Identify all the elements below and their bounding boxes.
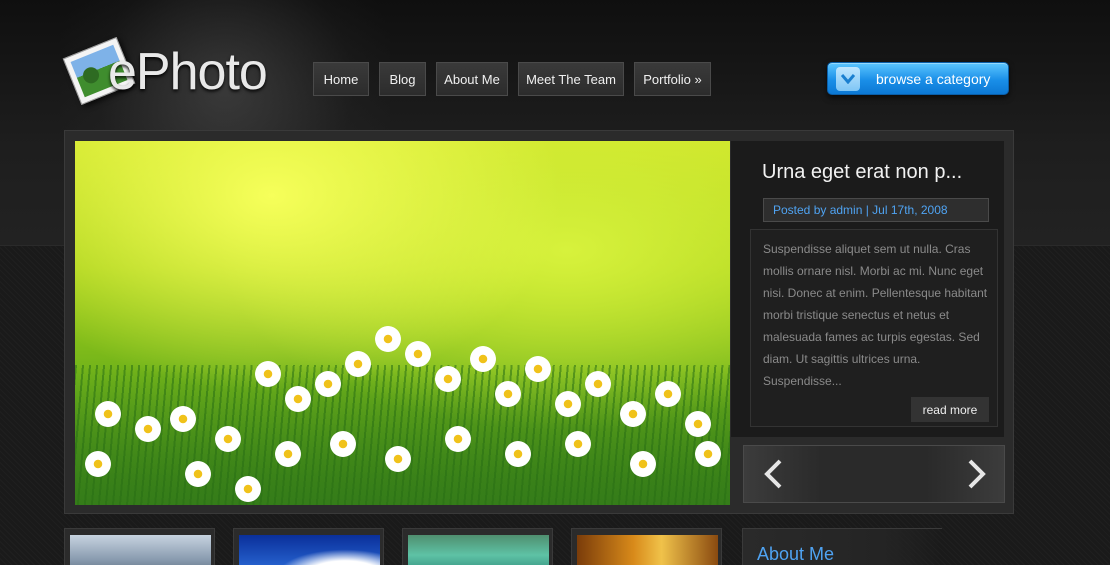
featured-image[interactable] bbox=[75, 141, 730, 505]
post-excerpt: Suspendisse aliquet sem ut nulla. Cras m… bbox=[763, 242, 988, 388]
thumbnail-lake[interactable] bbox=[402, 528, 553, 565]
nav-about-me[interactable]: About Me bbox=[436, 62, 508, 96]
featured-post-title[interactable]: Urna eget erat non p... bbox=[762, 161, 1002, 184]
nav-blog[interactable]: Blog bbox=[379, 62, 426, 96]
nav-portfolio[interactable]: Portfolio » bbox=[634, 62, 711, 96]
nav-home[interactable]: Home bbox=[313, 62, 369, 96]
thumbnail-sky[interactable] bbox=[233, 528, 384, 565]
featured-post-panel: Urna eget erat non p... Posted by admin … bbox=[731, 141, 1004, 437]
featured-slider: Urna eget erat non p... Posted by admin … bbox=[64, 130, 1014, 514]
previous-arrow-icon[interactable] bbox=[756, 456, 792, 492]
read-more-button[interactable]: read more bbox=[911, 397, 989, 422]
thumbnail-autumn[interactable] bbox=[571, 528, 722, 565]
next-arrow-icon[interactable] bbox=[958, 456, 994, 492]
chevron-down-icon bbox=[836, 66, 860, 91]
thumbnail-mountains[interactable] bbox=[64, 528, 215, 565]
slider-controls bbox=[743, 445, 1005, 503]
logo-text: ePhoto bbox=[108, 43, 268, 101]
post-meta: Posted by admin | Jul 17th, 2008 bbox=[763, 198, 989, 222]
browse-category-button[interactable]: browse a category bbox=[827, 62, 1009, 95]
about-me-title: About Me bbox=[757, 544, 835, 564]
excerpt-box: Suspendisse aliquet sem ut nulla. Cras m… bbox=[750, 229, 998, 427]
about-me-widget: About Me bbox=[742, 528, 942, 565]
browse-category-label: browse a category bbox=[876, 70, 991, 87]
nav-meet-the-team[interactable]: Meet The Team bbox=[518, 62, 624, 96]
site-logo[interactable]: ePhoto bbox=[62, 36, 276, 108]
